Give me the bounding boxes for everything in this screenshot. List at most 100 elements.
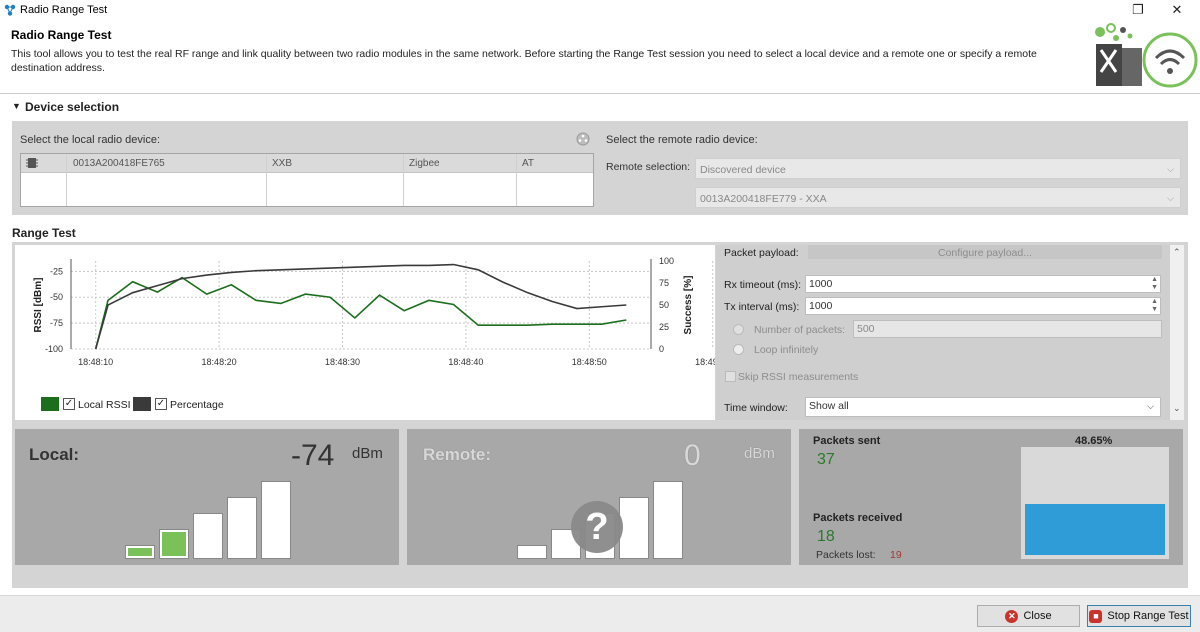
range-test-settings: Packet payload: Configure payload... Rx … bbox=[716, 245, 1170, 420]
skip-rssi-checkbox[interactable] bbox=[725, 371, 736, 382]
signal-bar bbox=[125, 545, 155, 559]
stop-range-test-button[interactable]: ■ Stop Range Test bbox=[1087, 605, 1191, 627]
remote-selection-dropdown[interactable]: Discovered device ⌵ bbox=[695, 158, 1181, 179]
y2-tick-label: 100 bbox=[659, 256, 674, 266]
legend-label-local-rssi: Local RSSI bbox=[78, 399, 131, 411]
table-row[interactable]: 0013A200418FE765 XXB Zigbee AT bbox=[21, 154, 593, 173]
y-axis-label: RSSI [dBm] bbox=[33, 278, 44, 333]
range-test-logo-icon bbox=[1095, 23, 1198, 88]
column-divider bbox=[266, 154, 267, 206]
discover-icon[interactable] bbox=[576, 132, 590, 146]
number-of-packets-radio[interactable] bbox=[733, 324, 744, 335]
configure-payload-button[interactable]: Configure payload... bbox=[808, 245, 1162, 259]
local-rssi-checkbox[interactable]: ✓ bbox=[63, 398, 75, 410]
radio-module-icon bbox=[26, 158, 38, 168]
time-window-dropdown[interactable]: Show all ⌵ bbox=[805, 397, 1161, 417]
signal-bar bbox=[261, 481, 291, 559]
loop-infinitely-radio[interactable] bbox=[733, 344, 744, 355]
local-device-table[interactable]: 0013A200418FE765 XXB Zigbee AT bbox=[20, 153, 594, 207]
y2-tick-label: 25 bbox=[659, 322, 669, 332]
column-divider bbox=[403, 154, 404, 206]
time-window-value: Show all bbox=[809, 400, 849, 412]
stop-button-label: Stop Range Test bbox=[1107, 610, 1189, 622]
device-family: XXB bbox=[272, 158, 293, 169]
y2-tick-label: 75 bbox=[659, 278, 669, 288]
signal-bar bbox=[653, 481, 683, 559]
y2-tick-label: 0 bbox=[659, 344, 664, 354]
signal-bar bbox=[517, 545, 547, 559]
stop-icon: ■ bbox=[1089, 609, 1103, 623]
packet-payload-label: Packet payload: bbox=[724, 247, 799, 259]
x-tick-label: 18:48:10 bbox=[78, 357, 113, 367]
chart-canvas: -25 -50 -75 -100 100 75 50 25 0 18:48:10 18:48:20 1… bbox=[33, 256, 977, 367]
range-test-title: Range Test bbox=[12, 226, 76, 240]
close-window-button[interactable]: ✕ bbox=[1163, 1, 1191, 19]
remote-rssi-unit: dBm bbox=[744, 445, 775, 462]
rx-timeout-spinner[interactable]: 1000 ▲ ▼ bbox=[805, 275, 1161, 293]
y-tick-label: -50 bbox=[50, 292, 63, 302]
time-window-label: Time window: bbox=[724, 402, 788, 414]
local-device-label: Select the local radio device: bbox=[20, 134, 161, 146]
spinner-arrows-icon[interactable]: ▲ ▼ bbox=[1151, 298, 1158, 314]
legend-label-percentage: Percentage bbox=[170, 399, 224, 411]
percentage-checkbox[interactable]: ✓ bbox=[155, 398, 167, 410]
y-tick-label: -75 bbox=[50, 318, 63, 328]
scroll-up-icon[interactable]: ⌃ bbox=[1173, 247, 1181, 258]
packets-received-label: Packets received bbox=[813, 512, 903, 524]
x-tick-label: 18:48:40 bbox=[448, 357, 483, 367]
loop-infinitely-label: Loop infinitely bbox=[754, 344, 819, 356]
remote-device-value: 0013A200418FE779 - XXA bbox=[700, 193, 827, 205]
page-title: Radio Range Test bbox=[11, 28, 112, 42]
x-tick-label: 18:49:00 bbox=[695, 357, 715, 367]
remote-selection-label: Remote selection: bbox=[606, 161, 691, 173]
local-rssi-meter: Local: -74 dBm bbox=[15, 429, 399, 565]
remote-rssi-value: 0 bbox=[684, 439, 701, 472]
local-meter-label: Local: bbox=[29, 445, 80, 464]
spinner-arrows-icon[interactable]: ▲ ▼ bbox=[1151, 276, 1158, 292]
collapse-arrow-icon[interactable]: ▼ bbox=[12, 101, 21, 111]
y2-tick-label: 50 bbox=[659, 300, 669, 310]
signal-bar bbox=[159, 529, 189, 559]
rx-timeout-label: Rx timeout (ms): bbox=[724, 279, 802, 291]
chevron-down-icon: ⌵ bbox=[1167, 164, 1174, 174]
remote-rssi-meter: Remote: 0 dBm ? bbox=[407, 429, 791, 565]
tx-interval-value: 1000 bbox=[809, 300, 833, 312]
close-button-label: Close bbox=[1023, 610, 1052, 622]
packets-sent-label: Packets sent bbox=[813, 435, 881, 447]
rssi-chart: -25 -50 -75 -100 100 75 50 25 0 18:48:10 18:48:20 1… bbox=[15, 245, 977, 420]
settings-scrollbar[interactable]: ⌃ ⌄ bbox=[1170, 245, 1184, 420]
remote-meter-label: Remote: bbox=[423, 445, 492, 464]
device-address: 0013A200418FE765 bbox=[73, 158, 165, 169]
series-line-local-rssi bbox=[94, 276, 627, 350]
local-rssi-value: -74 bbox=[291, 439, 335, 472]
remote-device-dropdown[interactable]: 0013A200418FE779 - XXA ⌵ bbox=[695, 187, 1181, 208]
success-percent: 48.65% bbox=[1075, 435, 1113, 447]
packets-lost-value: 19 bbox=[890, 549, 902, 561]
skip-rssi-label: Skip RSSI measurements bbox=[738, 371, 859, 383]
scroll-down-icon[interactable]: ⌄ bbox=[1173, 403, 1181, 414]
number-of-packets-value: 500 bbox=[857, 323, 875, 335]
title-bar: Radio Range Test ❐ ✕ bbox=[0, 0, 1200, 20]
success-rate-bar bbox=[1021, 447, 1169, 559]
close-icon: ✕ bbox=[1005, 609, 1019, 623]
local-rssi-unit: dBm bbox=[352, 445, 383, 462]
device-selection-title: Device selection bbox=[25, 100, 120, 114]
close-button[interactable]: ✕ Close bbox=[977, 605, 1080, 627]
window-title: Radio Range Test bbox=[20, 4, 108, 16]
unknown-signal-icon: ? bbox=[571, 501, 623, 553]
y2-axis-label: Success [%] bbox=[683, 276, 694, 335]
packets-received-value: 18 bbox=[817, 528, 835, 545]
packets-sent-value: 37 bbox=[817, 451, 835, 468]
packets-lost-label: Packets lost: bbox=[816, 549, 876, 561]
column-divider bbox=[516, 154, 517, 206]
y-tick-label: -100 bbox=[45, 344, 63, 354]
tx-interval-spinner[interactable]: 1000 ▲ ▼ bbox=[805, 297, 1161, 315]
legend-swatch-local-rssi bbox=[41, 397, 59, 411]
device-mode: AT bbox=[522, 158, 535, 169]
restore-button[interactable]: ❐ bbox=[1124, 1, 1152, 19]
app-logo-icon bbox=[4, 4, 16, 16]
x-tick-label: 18:48:30 bbox=[325, 357, 360, 367]
tx-interval-label: Tx interval (ms): bbox=[724, 301, 800, 313]
signal-bar bbox=[193, 513, 223, 559]
number-of-packets-field[interactable]: 500 bbox=[853, 320, 1162, 338]
